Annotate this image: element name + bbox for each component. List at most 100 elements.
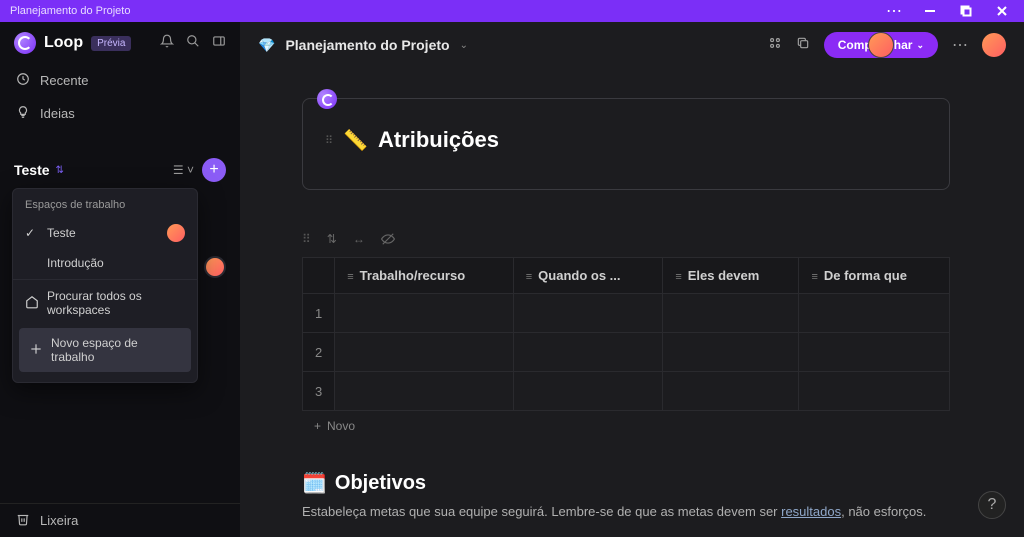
assignments-card: ⠿ 📏 Atribuições: [302, 98, 950, 190]
text-column-icon: ≡: [811, 271, 817, 283]
sort-icon[interactable]: ⇅: [327, 232, 337, 249]
cell[interactable]: [663, 294, 799, 333]
user-avatar[interactable]: [982, 33, 1006, 57]
preview-badge: Prévia: [91, 36, 131, 51]
objectives-description: Estabeleça metas que sua equipe seguirá.…: [302, 502, 950, 522]
add-row-label: Novo: [327, 419, 355, 433]
table-row[interactable]: 1: [303, 294, 950, 333]
search-icon[interactable]: [186, 34, 200, 53]
sort-icon: ⇅: [56, 165, 64, 176]
main-content: 💎 Planejamento do Projeto ⌄ Compartilhar…: [240, 22, 1024, 537]
workspace-selector[interactable]: Teste ⇅ ☰ ˅ +: [0, 148, 240, 192]
text-column-icon: ≡: [347, 271, 353, 283]
diamond-icon: 💎: [258, 37, 275, 54]
more-options-button[interactable]: ⋯: [876, 0, 912, 22]
expand-icon[interactable]: ↔: [353, 232, 365, 249]
add-row-button[interactable]: + Novo: [302, 411, 950, 441]
document-body: ⠿ 📏 Atribuições ⠿ ⇅ ↔ ≡Trabalho/recurso: [240, 68, 1024, 537]
workspaces-dropdown: Espaços de trabalho ✓ Teste Introdução P…: [12, 188, 198, 383]
nav-label-recent: Recente: [40, 73, 88, 88]
copy-icon[interactable]: [796, 36, 810, 55]
calendar-emoji: 🗓️: [302, 471, 327, 496]
help-button[interactable]: ?: [978, 491, 1006, 519]
column-header-must[interactable]: ≡Eles devem: [663, 258, 799, 294]
workspace-option-introducao[interactable]: Introdução: [13, 249, 197, 277]
notifications-icon[interactable]: [160, 34, 174, 53]
cell[interactable]: [513, 294, 663, 333]
page-toolbar: 💎 Planejamento do Projeto ⌄ Compartilhar…: [240, 22, 1024, 68]
apps-icon[interactable]: [768, 36, 782, 55]
browse-workspaces-item[interactable]: Procurar todos os workspaces: [13, 282, 197, 324]
plus-icon: [29, 342, 43, 359]
home-icon: [25, 295, 39, 312]
plus-icon: +: [314, 419, 321, 433]
sidebar-item-trash[interactable]: Lixeira: [0, 503, 240, 537]
check-icon: ✓: [25, 226, 39, 240]
column-header-when[interactable]: ≡Quando os ...: [513, 258, 663, 294]
workspace-name: Teste: [14, 162, 50, 178]
clock-icon: [16, 72, 30, 89]
panel-icon[interactable]: [212, 34, 226, 53]
window-titlebar: Planejamento do Projeto ⋯: [0, 0, 1024, 22]
avatar: [167, 224, 185, 242]
cell[interactable]: [335, 294, 514, 333]
cell[interactable]: [799, 294, 950, 333]
brand-name: Loop: [44, 34, 83, 52]
sidebar-item-ideas[interactable]: Ideias: [0, 97, 240, 130]
close-button[interactable]: [984, 0, 1020, 22]
row-header-corner: [303, 258, 335, 294]
row-number: 3: [303, 372, 335, 411]
sidebar: Loop Prévia Recente Ideias Teste ⇅ ☰ ˅ +: [0, 22, 240, 537]
collaborator-avatar[interactable]: [868, 32, 894, 58]
visibility-icon[interactable]: [381, 232, 395, 249]
dropdown-header: Espaços de trabalho: [13, 195, 197, 217]
cell[interactable]: [513, 333, 663, 372]
objectives-title: Objetivos: [335, 472, 426, 495]
new-workspace-item[interactable]: Novo espaço de trabalho: [19, 328, 191, 372]
loop-component-icon: [317, 89, 337, 109]
cell[interactable]: [335, 372, 514, 411]
row-number: 2: [303, 333, 335, 372]
workspace-option-label: Teste: [47, 226, 76, 240]
drag-handle-icon[interactable]: ⠿: [302, 232, 311, 249]
add-workspace-button[interactable]: +: [202, 158, 226, 182]
cell[interactable]: [799, 333, 950, 372]
table-controls: ⠿ ⇅ ↔: [302, 232, 950, 249]
maximize-button[interactable]: [948, 0, 984, 22]
browse-workspaces-label: Procurar todos os workspaces: [47, 289, 185, 317]
cell[interactable]: [513, 372, 663, 411]
sidebar-item-recent[interactable]: Recente: [0, 64, 240, 97]
minimize-button[interactable]: [912, 0, 948, 22]
drag-handle-icon[interactable]: ⠿: [325, 134, 333, 147]
list-options-icon[interactable]: ☰ ˅: [173, 163, 194, 177]
table-row[interactable]: 2: [303, 333, 950, 372]
sidebar-header: Loop Prévia: [0, 22, 240, 64]
card-title: Atribuições: [378, 127, 499, 153]
window-controls: ⋯: [876, 0, 1020, 22]
text-column-icon: ≡: [675, 271, 681, 283]
window-title: Planejamento do Projeto: [4, 5, 130, 17]
cell[interactable]: [335, 333, 514, 372]
divider: [13, 279, 197, 280]
assignments-table: ≡Trabalho/recurso ≡Quando os ... ≡Eles d…: [302, 257, 950, 441]
lightbulb-icon: [16, 105, 30, 122]
loop-logo-icon: [14, 32, 36, 54]
workspace-option-teste[interactable]: ✓ Teste: [13, 217, 197, 249]
workspace-option-label: Introdução: [47, 256, 104, 270]
cell[interactable]: [799, 372, 950, 411]
column-header-resource[interactable]: ≡Trabalho/recurso: [335, 258, 514, 294]
column-header-sothat[interactable]: ≡De forma que: [799, 258, 950, 294]
table-row[interactable]: 3: [303, 372, 950, 411]
results-link[interactable]: resultados: [781, 504, 841, 519]
page-title: Planejamento do Projeto: [285, 37, 449, 53]
trash-label: Lixeira: [40, 513, 78, 528]
cell[interactable]: [663, 372, 799, 411]
pencil-emoji: 📏: [343, 128, 368, 153]
chevron-down-icon[interactable]: ⌄: [460, 40, 468, 51]
more-icon[interactable]: ⋯: [952, 35, 968, 55]
text-column-icon: ≡: [526, 271, 532, 283]
nav-label-ideas: Ideias: [40, 106, 75, 121]
trash-icon: [16, 512, 30, 529]
cell[interactable]: [663, 333, 799, 372]
avatar[interactable]: [204, 256, 226, 278]
